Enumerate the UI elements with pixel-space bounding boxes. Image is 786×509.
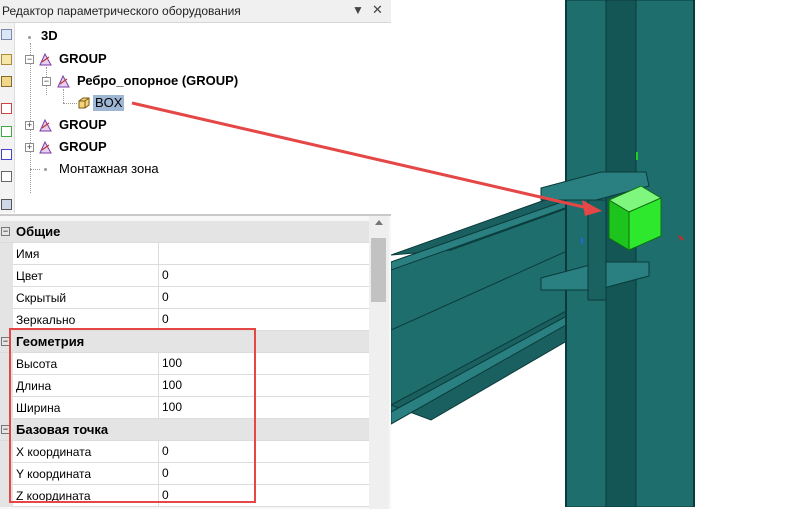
- row-gutter: [0, 309, 13, 331]
- row-gutter: [0, 243, 13, 265]
- tree-guide-line: [30, 169, 40, 170]
- row-gutter: [0, 265, 13, 287]
- parametric-editor-panel: Редактор параметрического оборудования ▼…: [0, 0, 391, 509]
- property-row[interactable]: Скрытый 0: [0, 287, 369, 309]
- layers-icon[interactable]: [1, 199, 12, 210]
- property-value[interactable]: 0: [158, 309, 169, 330]
- tree-dot: [28, 36, 31, 39]
- property-category[interactable]: − Общие: [0, 221, 369, 243]
- collapse-icon[interactable]: −: [42, 77, 51, 86]
- collapse-icon[interactable]: −: [1, 425, 10, 434]
- property-row[interactable]: Имя: [0, 243, 369, 265]
- row-gutter: [0, 441, 13, 463]
- 3d-viewport[interactable]: [391, 0, 786, 507]
- collapse-icon[interactable]: −: [25, 55, 34, 64]
- property-name: Z координата: [16, 489, 91, 503]
- box-icon: [78, 97, 90, 109]
- property-name: Скрытый: [16, 291, 67, 305]
- axis-z-icon[interactable]: [1, 149, 12, 160]
- scroll-up-icon[interactable]: [375, 220, 383, 225]
- property-value[interactable]: 100: [158, 397, 182, 418]
- property-name: Длина: [16, 379, 52, 393]
- scroll-thumb[interactable]: [371, 238, 386, 302]
- property-name: Имя: [16, 247, 40, 261]
- row-gutter: [0, 287, 13, 309]
- tree-root-3d[interactable]: 3D: [39, 28, 60, 44]
- group-icon: [39, 119, 52, 132]
- side-toolbar: [0, 23, 15, 213]
- property-value[interactable]: 100: [158, 375, 182, 396]
- property-value[interactable]: 100: [158, 353, 182, 374]
- close-icon[interactable]: ✕: [372, 2, 383, 18]
- row-gutter: [0, 353, 13, 375]
- expand-icon[interactable]: +: [25, 143, 34, 152]
- collapse-icon[interactable]: −: [1, 337, 10, 346]
- collapse-icon[interactable]: −: [1, 227, 10, 236]
- tree-item-montage-zone[interactable]: Монтажная зона: [57, 161, 161, 177]
- category-label: Геометрия: [16, 334, 85, 349]
- property-value[interactable]: 0: [158, 485, 169, 506]
- property-row[interactable]: Длина 100: [0, 375, 369, 397]
- property-category[interactable]: − Базовая точка: [0, 419, 369, 441]
- property-value[interactable]: [158, 243, 162, 264]
- tree-item-group-1[interactable]: GROUP: [57, 51, 109, 67]
- group-icon: [39, 141, 52, 154]
- axis-y-icon[interactable]: [1, 126, 12, 137]
- property-value[interactable]: 0: [158, 265, 169, 286]
- property-row[interactable]: Высота 100: [0, 353, 369, 375]
- panel-title: Редактор параметрического оборудования: [2, 4, 241, 18]
- pin-icon[interactable]: ▼: [352, 3, 364, 17]
- property-row[interactable]: Зеркально 0: [0, 309, 369, 331]
- row-gutter: [0, 463, 13, 485]
- tree-item-group-2[interactable]: GROUP: [57, 117, 109, 133]
- property-name: Ширина: [16, 401, 61, 415]
- stiffener-rib: [587, 199, 607, 301]
- property-row[interactable]: Y координата 0: [0, 463, 369, 485]
- property-value[interactable]: 0: [158, 463, 169, 484]
- axis-x-icon[interactable]: [1, 103, 12, 114]
- property-row[interactable]: Z координата 0: [0, 485, 369, 507]
- zoom-icon[interactable]: [1, 29, 12, 40]
- tree-item-group-3[interactable]: GROUP: [57, 139, 109, 155]
- panel-titlebar: Редактор параметрического оборудования ▼…: [0, 0, 391, 23]
- row-gutter: [0, 397, 13, 419]
- tree-guide-line: [30, 43, 31, 193]
- expand-icon[interactable]: +: [25, 121, 34, 130]
- property-grid: − Общие Имя Цвет 0 Скрытый 0 Зеркально 0− Геометр…: [0, 214, 391, 509]
- tree-guide-line: [63, 89, 64, 103]
- axis-xyz-icon[interactable]: [1, 171, 12, 182]
- properties-icon[interactable]: [1, 54, 12, 65]
- property-name: Зеркально: [16, 313, 76, 327]
- property-scrollbar[interactable]: [369, 216, 389, 509]
- row-gutter: [0, 375, 13, 397]
- group-icon: [57, 75, 70, 88]
- property-category[interactable]: − Геометрия: [0, 331, 369, 353]
- property-name: Y координата: [16, 467, 92, 481]
- column-web: [605, 0, 637, 507]
- tree-guide-line: [63, 103, 77, 104]
- tree-item-box[interactable]: BOX: [93, 95, 125, 111]
- find-icon[interactable]: [1, 76, 12, 87]
- property-value[interactable]: 0: [158, 441, 169, 462]
- tree-dot: [44, 168, 47, 171]
- group-icon: [39, 53, 52, 66]
- category-label: Общие: [16, 224, 61, 239]
- row-gutter: [0, 485, 13, 507]
- property-name: X координата: [16, 445, 92, 459]
- property-name: Высота: [16, 357, 58, 371]
- property-value[interactable]: 0: [158, 287, 169, 308]
- category-label: Базовая точка: [16, 422, 109, 437]
- property-row[interactable]: Ширина 100: [0, 397, 369, 419]
- property-name: Цвет: [16, 269, 43, 283]
- tree-item-rebro-opornoe[interactable]: Ребро_опорное (GROUP): [75, 73, 240, 89]
- object-tree: 3D − GROUP − Ребро_опорное (GROUP) BOX +…: [15, 23, 390, 213]
- property-row[interactable]: X координата 0: [0, 441, 369, 463]
- 3d-steel-model: [391, 0, 695, 507]
- property-row[interactable]: Цвет 0: [0, 265, 369, 287]
